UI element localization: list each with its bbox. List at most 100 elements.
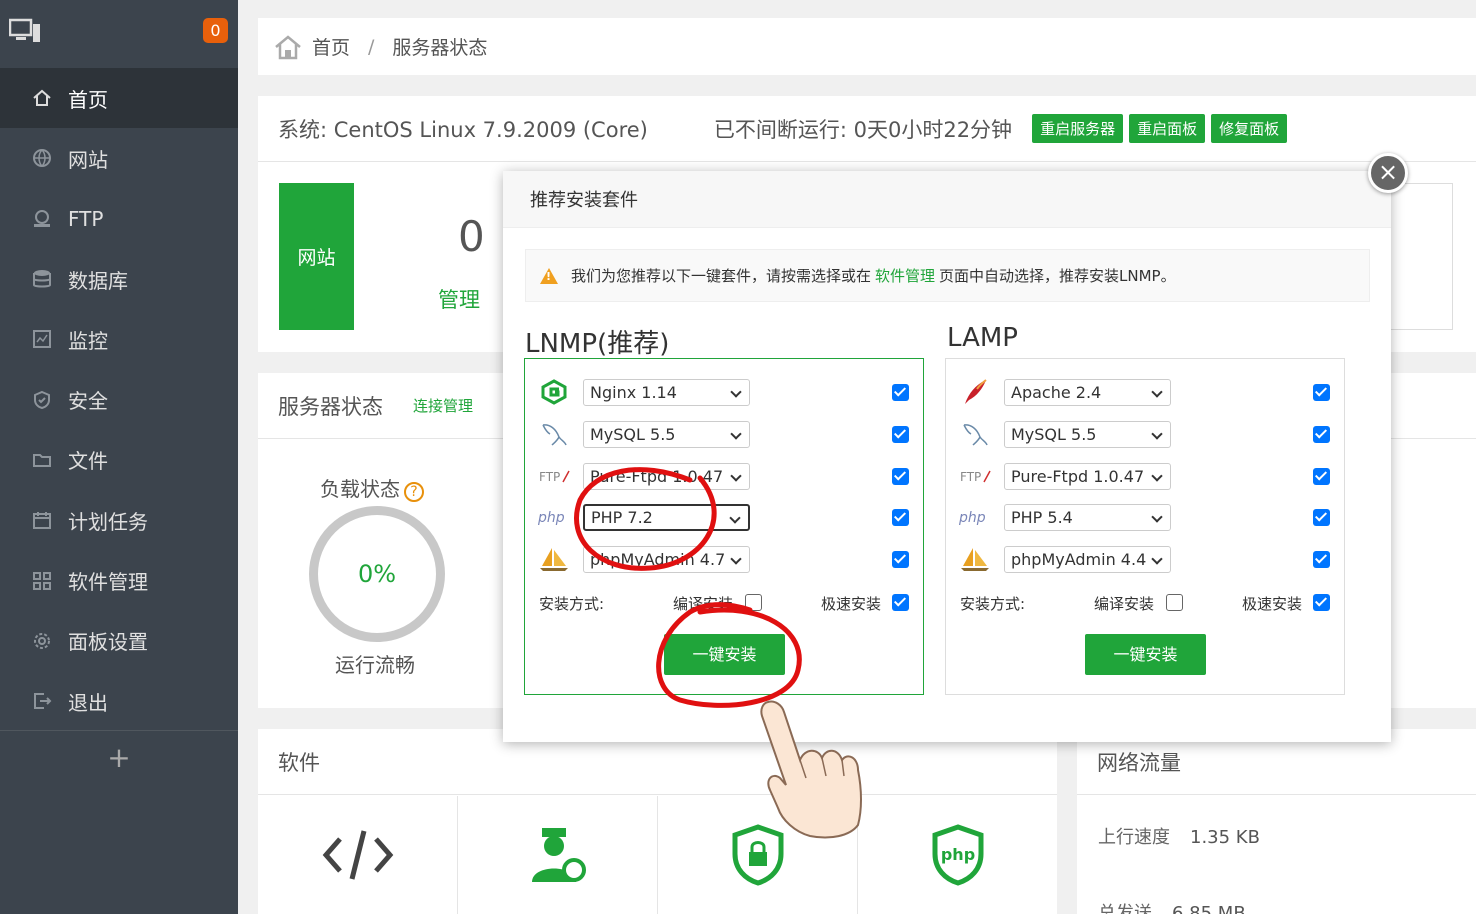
sidebar-item-website[interactable]: 网站 <box>0 128 238 188</box>
folder-icon <box>32 450 52 470</box>
notice-text: 我们为您推荐以下一键套件，请按需选择或在 <box>571 267 872 285</box>
sidebar-item-label: 计划任务 <box>68 509 148 534</box>
one-click-install-button[interactable]: 一键安装 <box>1085 634 1206 675</box>
sidebar-item-home[interactable]: 首页 <box>0 68 238 129</box>
version-select[interactable]: MySQL 5.5 <box>583 420 750 448</box>
stack-row: FTP Pure-Ftpd 1.0.47 <box>525 460 925 492</box>
network-label: 总发送 <box>1098 903 1152 914</box>
restart-panel-button[interactable]: 重启面板 <box>1129 114 1206 143</box>
sidebar-item-database[interactable]: 数据库 <box>0 249 238 309</box>
connection-manage-link[interactable]: 连接管理 <box>413 395 473 416</box>
phpmyadmin-icon <box>959 545 991 573</box>
logout-icon <box>32 691 52 711</box>
component-checkbox[interactable] <box>892 383 909 401</box>
software-item[interactable] <box>458 796 658 914</box>
component-checkbox[interactable] <box>892 425 909 443</box>
fast-install-checkbox[interactable] <box>1313 594 1330 611</box>
version-select[interactable]: MySQL 5.5 <box>1004 420 1171 448</box>
software-item[interactable] <box>658 796 858 914</box>
stack-title-lamp: LAMP <box>947 323 1018 353</box>
computer-icon[interactable] <box>9 18 41 44</box>
component-checkbox[interactable] <box>1313 383 1330 401</box>
component-checkbox[interactable] <box>1313 508 1330 526</box>
modal-header: 推荐安装套件 <box>503 171 1391 228</box>
sidebar-item-label: 面板设置 <box>68 630 148 655</box>
site-card[interactable]: 网站 <box>279 183 354 330</box>
stack-box-lnmp[interactable]: Nginx 1.14 MySQL 5.5 FTP Pure-Ftpd 1.0.4… <box>524 358 924 695</box>
site-manage-link[interactable]: 管理 <box>438 284 480 314</box>
compile-install-checkbox[interactable] <box>1166 594 1183 611</box>
breadcrumb-home[interactable]: 首页 <box>312 33 350 60</box>
sidebar-item-software[interactable]: 软件管理 <box>0 550 238 610</box>
sidebar-item-label: 文件 <box>68 449 108 474</box>
sidebar-item-label: 数据库 <box>68 268 128 293</box>
restart-server-button[interactable]: 重启服务器 <box>1032 114 1124 143</box>
version-select[interactable]: Pure-Ftpd 1.0.47 <box>1004 462 1171 490</box>
sidebar-item-label: 安全 <box>68 389 108 414</box>
component-checkbox[interactable] <box>1313 550 1330 568</box>
sidebar-item-cron[interactable]: 计划任务 <box>0 490 238 550</box>
stack-row: MySQL 5.5 <box>946 418 1346 450</box>
version-select[interactable]: PHP 5.4 <box>1004 503 1171 531</box>
sidebar-item-logout[interactable]: 退出 <box>0 671 238 731</box>
install-mode-label: 安装方式: <box>960 595 1026 613</box>
compile-install-checkbox[interactable] <box>745 594 762 611</box>
stack-box-lamp[interactable]: Apache 2.4 MySQL 5.5 FTP Pure-Ftpd 1.0.4… <box>945 358 1345 695</box>
sidebar-item-label: 软件管理 <box>68 570 148 595</box>
install-mode-row: 安装方式: 编译安装 极速安装 <box>525 593 925 613</box>
fast-install-label: 极速安装 <box>821 595 882 613</box>
component-checkbox[interactable] <box>892 508 909 526</box>
load-status-text: 运行流畅 <box>335 653 415 677</box>
software-manage-link[interactable]: 软件管理 <box>875 265 935 286</box>
load-title: 负载状态? <box>320 473 424 502</box>
notification-badge[interactable]: 0 <box>203 18 228 43</box>
sidebar-item-ftp[interactable]: FTP <box>0 189 238 249</box>
svg-text:php: php <box>538 510 565 526</box>
sidebar-item-label: 首页 <box>68 87 108 112</box>
component-checkbox[interactable] <box>1313 425 1330 443</box>
one-click-install-button[interactable]: 一键安装 <box>664 634 785 675</box>
repair-panel-button[interactable]: 修复面板 <box>1211 114 1288 143</box>
version-select[interactable]: PHP 7.2 <box>583 503 750 531</box>
mysql-dolphin-icon <box>959 420 991 448</box>
component-checkbox[interactable] <box>1313 467 1330 485</box>
load-title-text: 负载状态 <box>320 477 400 501</box>
stack-row: phpMyAdmin 4.7 <box>525 543 925 575</box>
version-select[interactable]: phpMyAdmin 4.4 <box>1004 545 1171 573</box>
sidebar-item-security[interactable]: 安全 <box>0 369 238 429</box>
close-icon[interactable]: × <box>1368 153 1408 193</box>
home-icon[interactable] <box>274 34 302 60</box>
version-select[interactable]: Nginx 1.14 <box>583 378 750 406</box>
ftp-logo-icon: FTP <box>959 462 991 490</box>
sidebar-item-monitor[interactable]: 监控 <box>0 309 238 369</box>
php-logo-icon: php <box>959 503 991 531</box>
sidebar-item-settings[interactable]: 面板设置 <box>0 611 238 671</box>
lock-shield-icon <box>732 824 783 886</box>
database-icon <box>32 269 52 289</box>
help-icon[interactable]: ? <box>404 482 424 502</box>
sidebar-item-files[interactable]: 文件 <box>0 430 238 490</box>
network-panel: 网络流量 上行速度 1.35 KB 总发送 6.85 MB <box>1077 729 1476 914</box>
software-item[interactable]: php <box>858 796 1058 914</box>
system-header: 系统: CentOS Linux 7.9.2009 (Core) 已不间断运行:… <box>258 96 1476 162</box>
stack-row: php PHP 7.2 <box>525 501 925 533</box>
site-count: 0 <box>458 212 485 261</box>
network-value: 1.35 KB <box>1190 827 1260 848</box>
phpmyadmin-icon <box>538 545 570 573</box>
component-checkbox[interactable] <box>892 467 909 485</box>
warning-icon <box>540 267 558 284</box>
version-select[interactable]: phpMyAdmin 4.7 <box>583 545 750 573</box>
component-checkbox[interactable] <box>892 550 909 568</box>
fast-install-checkbox[interactable] <box>892 594 909 611</box>
notice-box: 我们为您推荐以下一键套件，请按需选择或在 软件管理 页面中自动选择，推荐安装LN… <box>525 249 1370 302</box>
svg-text:php: php <box>959 510 986 526</box>
admin-user-icon <box>531 828 586 882</box>
stack-row: FTP Pure-Ftpd 1.0.47 <box>946 460 1346 492</box>
network-value: 6.85 MB <box>1172 903 1246 914</box>
software-item[interactable] <box>258 796 458 914</box>
gear-icon <box>32 631 52 651</box>
version-select[interactable]: Apache 2.4 <box>1004 378 1171 406</box>
add-button[interactable]: + <box>0 730 238 788</box>
stack-row: MySQL 5.5 <box>525 418 925 450</box>
version-select[interactable]: Pure-Ftpd 1.0.47 <box>583 462 750 490</box>
